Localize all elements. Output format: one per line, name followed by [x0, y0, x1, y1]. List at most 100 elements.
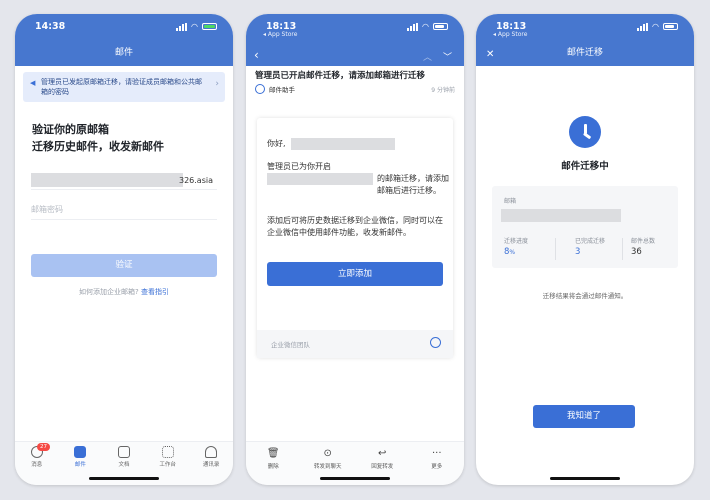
chevron-up-icon[interactable]: ︿: [423, 47, 432, 69]
home-indicator: [550, 477, 620, 480]
tool-label: 删除: [267, 464, 279, 470]
signal-icon: [637, 22, 649, 31]
mailbox-label: 邮箱: [504, 198, 517, 205]
migration-banner[interactable]: ◀ 管理员已发起原邮箱迁移，请验证成员邮箱和公共邮箱的密码 ›: [23, 72, 225, 102]
help-text: 如何添加企业邮箱?: [79, 288, 139, 296]
migration-note: 迁移结果将会通过邮件通知。: [542, 292, 628, 300]
tab-label: 通讯录: [202, 462, 220, 468]
battery-icon: [433, 23, 448, 30]
nav-bar: ✕ 邮件迁移: [476, 42, 694, 66]
wifi-icon: ◠: [652, 22, 659, 31]
status-icons: ◠: [637, 22, 678, 31]
more-icon: ···: [431, 448, 442, 459]
signal-icon: [176, 22, 188, 31]
tool-label: 更多: [431, 464, 443, 470]
back-to-app[interactable]: ◂ App Store: [493, 31, 527, 38]
tab-label: 文档: [118, 462, 130, 468]
chevron-down-icon[interactable]: ﹀: [443, 47, 452, 69]
migration-status: 邮件迁移中: [561, 161, 609, 172]
wecom-logo-icon: [430, 337, 441, 348]
phone-migration-progress: 18:13 ◂ App Store ◠ ✕ 邮件迁移 邮件迁移中 邮箱 迁移进度…: [476, 14, 694, 485]
divider: [555, 238, 556, 260]
battery-icon: [202, 23, 217, 30]
greeting-line: 你好,: [267, 138, 447, 152]
email-field[interactable]: 326.asia: [31, 173, 217, 190]
tab-label: 邮件: [74, 462, 86, 468]
done-value: 3: [575, 247, 581, 257]
help-line: 如何添加企业邮箱? 查看指引: [15, 287, 233, 297]
trash-icon: 🗑: [266, 448, 280, 459]
clock-icon: [569, 116, 601, 148]
tab-label: 工作台: [159, 462, 176, 468]
status-bar: 18:13 ◂ App Store ◠: [246, 14, 464, 42]
sender-row[interactable]: 邮件助手: [255, 84, 295, 94]
unread-badge: 27: [37, 443, 50, 451]
mail-footer: 企业微信团队: [257, 330, 453, 358]
password-field[interactable]: 邮箱密码: [31, 200, 217, 220]
body-line-2: 的邮箱迁移，请添加邮箱后进行迁移。: [267, 173, 449, 195]
mail-icon: [74, 446, 87, 458]
verify-button[interactable]: 验证: [31, 254, 217, 277]
nav-title: 邮件: [114, 48, 133, 58]
chevron-right-icon: ›: [215, 79, 219, 89]
megaphone-icon: ◀: [30, 79, 36, 87]
migration-info-card: 邮箱 迁移进度 8% 已完成迁移 3 邮件总数 36: [492, 186, 678, 268]
sender-name: 邮件助手: [269, 86, 295, 94]
back-to-app[interactable]: ◂ App Store: [263, 31, 297, 38]
tab-contacts[interactable]: 通讯录: [189, 442, 233, 485]
tab-messages[interactable]: 27 消息: [15, 442, 59, 485]
progress-value: 8%: [504, 247, 516, 257]
heading-line-1: 验证你的原邮箱: [32, 123, 109, 136]
tab-label: 消息: [31, 462, 43, 468]
back-icon[interactable]: ‹: [254, 44, 259, 66]
reply-icon: ↩: [378, 448, 387, 459]
nav-title: 邮件迁移: [566, 48, 603, 58]
mail-body: 你好, 管理员已为你开启 的邮箱迁移，请添加邮箱后进行迁移。 添加后可将历史数据…: [267, 138, 449, 239]
redacted-name: [291, 138, 395, 150]
status-icons: ◠: [407, 22, 448, 31]
divider: [622, 238, 623, 260]
help-link[interactable]: 查看指引: [141, 288, 169, 296]
wifi-icon: ◠: [191, 22, 198, 31]
mail-subject: 管理员已开启邮件迁移，请添加邮箱进行迁移: [255, 71, 426, 81]
status-time: 14:38: [35, 21, 66, 32]
progress-label: 迁移进度: [504, 238, 529, 245]
status-icons: ◠: [176, 22, 217, 31]
heading-line-2: 迁移历史邮件，收发新邮件: [32, 140, 164, 153]
total-value: 36: [631, 247, 642, 257]
more-button[interactable]: ··· 更多: [410, 442, 465, 485]
footer-text: 企业微信团队: [271, 341, 310, 349]
battery-icon: [663, 23, 678, 30]
contacts-icon: [205, 446, 218, 458]
phone-verify-mailbox: 14:38 ◠ 邮件 ◀ 管理员已发起原邮箱迁移，请验证成员邮箱和公共邮箱的密码…: [15, 14, 233, 485]
home-indicator: [89, 477, 159, 480]
nav-bar: ‹ ︿ ﹀: [246, 42, 464, 66]
status-bar: 14:38 ◠: [15, 14, 233, 42]
delete-button[interactable]: 🗑 删除: [246, 442, 301, 485]
status-bar: 18:13 ◂ App Store ◠: [476, 14, 694, 42]
wifi-icon: ◠: [422, 22, 429, 31]
body-line-2-text: 的邮箱迁移，请添加邮箱后进行迁移。: [377, 174, 449, 195]
signal-icon: [407, 22, 419, 31]
add-now-button[interactable]: 立即添加: [267, 262, 443, 286]
page-heading: 验证你的原邮箱 迁移历史邮件，收发新邮件: [32, 121, 222, 155]
got-it-button[interactable]: 我知道了: [533, 405, 635, 428]
tool-label: 回复转发: [371, 464, 394, 470]
body-paragraph-2: 添加后可将历史数据迁移到企业微信，同时可以在企业微信中使用邮件功能，收发新邮件。: [267, 216, 443, 237]
phone-mail-detail: 18:13 ◂ App Store ◠ ‹ ︿ ﹀ 管理员已开启邮件迁移，请添加…: [246, 14, 464, 485]
close-icon[interactable]: ✕: [486, 44, 494, 66]
sender-avatar-icon: [255, 84, 265, 94]
greeting: 你好,: [267, 139, 286, 148]
body-line-1: 管理员已为你开启: [267, 162, 331, 171]
tool-label: 转发到聊天: [313, 464, 342, 470]
total-label: 邮件总数: [631, 238, 656, 245]
forward-chat-icon: ⊙: [323, 448, 332, 459]
redacted-mailbox: [501, 209, 621, 222]
document-icon: [117, 446, 130, 458]
done-label: 已完成迁移: [575, 238, 606, 245]
mail-card: 你好, 管理员已为你开启 的邮箱迁移，请添加邮箱后进行迁移。 添加后可将历史数据…: [257, 118, 453, 358]
banner-text: 管理员已发起原邮箱迁移，请验证成员邮箱和公共邮箱的密码: [41, 78, 202, 96]
mail-time: 9 分钟前: [431, 87, 455, 94]
grid-icon: [161, 446, 174, 458]
email-suffix: 326.asia: [178, 176, 213, 185]
